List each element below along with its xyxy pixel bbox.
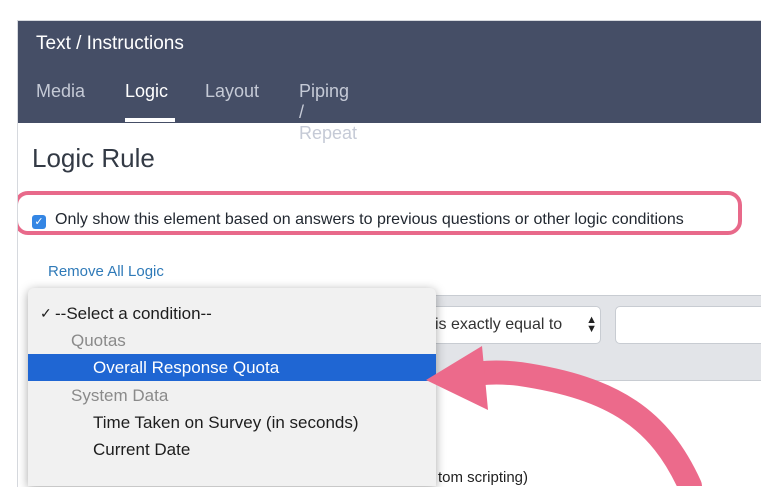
dropdown-option[interactable]: ✓ --Select a condition-- <box>28 300 436 327</box>
dropdown-group-label: System Data <box>71 386 169 405</box>
active-tab-indicator <box>125 118 175 122</box>
value-input[interactable] <box>615 306 761 344</box>
header-bar: Text / Instructions Media Logic Layout P… <box>18 21 761 143</box>
dropdown-group-label: Quotas <box>71 331 126 350</box>
page-title: Logic Rule <box>32 143 155 173</box>
operator-select[interactable]: is exactly equal to ▲ ▼ <box>431 306 601 344</box>
operator-select-value: is exactly equal to <box>435 316 563 333</box>
tab-layout[interactable]: Layout <box>205 81 259 102</box>
checkmark-icon: ✓ <box>40 305 52 321</box>
callout-highlight-box <box>18 191 742 235</box>
dropdown-option[interactable]: Current Date <box>28 436 436 463</box>
tab-piping-repeat[interactable]: Piping / Repeat <box>299 81 357 144</box>
select-arrows-icon: ▲ ▼ <box>584 307 597 335</box>
dropdown-option-selected[interactable]: Overall Response Quota <box>28 354 436 381</box>
element-type-title: Text / Instructions <box>36 33 184 54</box>
dropdown-option[interactable]: Time Taken on Survey (in seconds) <box>28 409 436 436</box>
remove-all-logic-link[interactable]: Remove All Logic <box>48 263 164 280</box>
tab-logic[interactable]: Logic <box>125 81 168 102</box>
tab-media[interactable]: Media <box>36 81 85 102</box>
option-label-partial: tom scripting) <box>438 469 529 486</box>
condition-dropdown-menu: ✓ --Select a condition-- Quotas Overall … <box>28 288 436 486</box>
